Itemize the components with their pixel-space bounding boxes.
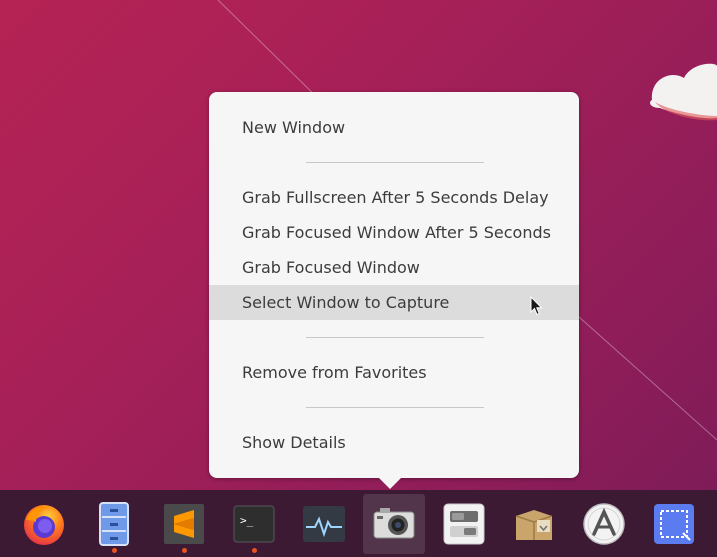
menu-item-new-window[interactable]: New Window [209, 110, 579, 145]
tweaks-icon [443, 503, 485, 545]
menu-separator [209, 320, 579, 355]
dock-context-menu: New Window Grab Fullscreen After 5 Secon… [209, 92, 579, 478]
menu-separator [209, 390, 579, 425]
menu-item-show-details[interactable]: Show Details [209, 425, 579, 460]
menu-separator [209, 145, 579, 180]
dock-item-software[interactable] [573, 494, 635, 554]
mouse-pointer-icon [530, 296, 543, 316]
menu-item-grab-focused-window-delay[interactable]: Grab Focused Window After 5 Seconds [209, 215, 579, 250]
archive-box-icon [515, 510, 553, 540]
menu-item-select-window-to-capture[interactable]: Select Window to Capture [209, 285, 579, 320]
running-indicator [111, 548, 117, 553]
dock-item-file-cabinet[interactable] [83, 494, 145, 554]
running-indicator [251, 548, 257, 553]
svg-text:>_: >_ [240, 514, 254, 527]
running-indicator [181, 548, 187, 553]
firefox-icon [24, 505, 64, 545]
menu-item-grab-focused-window[interactable]: Grab Focused Window [209, 250, 579, 285]
dock-item-firefox[interactable] [13, 494, 75, 554]
dock-item-terminal[interactable]: >_ [223, 494, 285, 554]
desktop: New Window Grab Fullscreen After 5 Secon… [0, 0, 717, 557]
dock-item-tweaks[interactable] [433, 494, 495, 554]
system-monitor-icon [303, 506, 345, 542]
dock-item-screenshot[interactable] [363, 494, 425, 554]
dock: >_ [0, 490, 717, 557]
terminal-icon: >_ [233, 505, 275, 543]
screenshot-selection-icon [654, 504, 694, 544]
app-store-icon [583, 503, 625, 545]
dock-item-sublime-text[interactable] [153, 494, 215, 554]
menu-pointer-arrow [379, 478, 401, 489]
menu-item-label: Select Window to Capture [242, 293, 450, 312]
dock-item-system-monitor[interactable] [293, 494, 355, 554]
sublime-text-icon [164, 504, 204, 544]
menu-item-remove-from-favorites[interactable]: Remove from Favorites [209, 355, 579, 390]
file-cabinet-icon [99, 502, 129, 546]
dock-item-screenshot-selection[interactable] [643, 494, 705, 554]
menu-item-grab-fullscreen-delay[interactable]: Grab Fullscreen After 5 Seconds Delay [209, 180, 579, 215]
camera-icon [373, 508, 415, 539]
dock-item-archive-manager[interactable] [503, 494, 565, 554]
